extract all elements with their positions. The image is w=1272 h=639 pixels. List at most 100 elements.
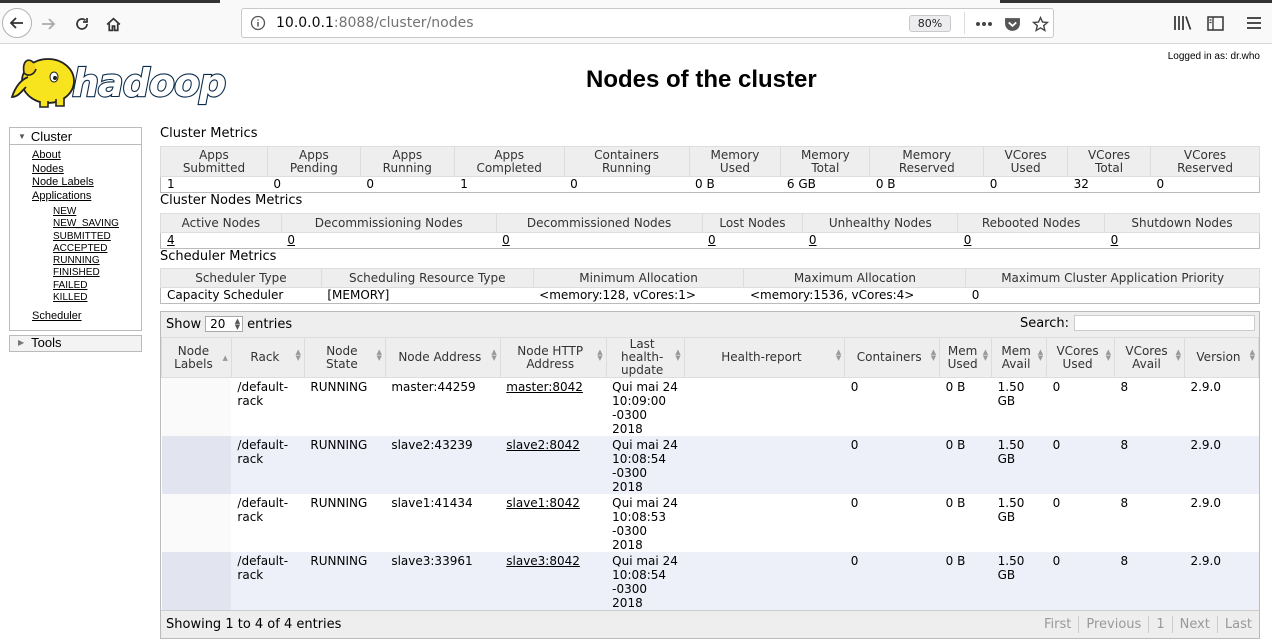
column-header[interactable]: Version ▲ ▼ <box>1183 337 1260 378</box>
column-header[interactable]: VCores Used ▲ ▼ <box>1046 337 1116 378</box>
library-button[interactable] <box>1171 11 1195 35</box>
metric-value: 0 B <box>875 177 896 191</box>
cell-state: RUNNING <box>304 436 386 494</box>
cell-mem-used: 0 B <box>939 436 992 494</box>
metric-value: 0 <box>803 233 958 249</box>
bookmark-star-button[interactable] <box>1029 13 1051 35</box>
page-actions-button[interactable] <box>973 13 995 35</box>
pagination-previous-button[interactable]: Previous <box>1078 616 1148 633</box>
cell-vcores-used: 0 <box>1046 436 1115 494</box>
app-state-running-link[interactable]: RUNNING <box>53 255 100 266</box>
app-state-accepted-link[interactable]: ACCEPTED <box>53 243 107 254</box>
metric-value: 0 <box>570 177 578 191</box>
column-header[interactable]: Mem Avail ▲ ▼ <box>991 337 1048 378</box>
column-header[interactable]: Last health-update ▲ ▼ <box>605 337 685 378</box>
column-label: Node Address <box>398 350 482 364</box>
reload-icon <box>76 18 88 30</box>
cell-rack: /default-rack <box>231 494 305 552</box>
metric-link[interactable]: 0 <box>964 233 972 247</box>
url-text[interactable]: 10.0.0.1:8088/cluster/nodes <box>276 15 474 31</box>
node-http-link[interactable]: slave3:8042 <box>506 554 580 568</box>
sidebar-item-scheduler: Scheduler <box>32 304 141 324</box>
nodes-metrics-header-row: Active Nodes Decommissioning Nodes Decommi… <box>160 213 1260 233</box>
column-header[interactable]: VCores Avail ▲ ▼ <box>1114 337 1185 378</box>
column-label: Version <box>1196 350 1241 364</box>
pagination-first-button[interactable]: First <box>1037 616 1078 633</box>
table-info: Showing 1 to 4 of 4 entries <box>166 617 342 632</box>
cell-http: master:8042 <box>500 377 607 436</box>
column-header[interactable]: Node Address ▲ ▼ <box>384 337 501 378</box>
node-http-link[interactable]: master:8042 <box>506 380 583 394</box>
app-state-item: KILLED <box>53 292 141 304</box>
pocket-button[interactable] <box>1001 13 1023 35</box>
sidebar-item-about: About <box>32 149 141 163</box>
sort-asc-icon: ▲ <box>222 354 228 362</box>
menu-button[interactable] <box>1242 11 1266 35</box>
sort-icon: ▲ ▼ <box>982 348 989 362</box>
hadoop-logo: hadoop <box>10 58 227 108</box>
column-header[interactable]: Node State ▲ ▼ <box>303 337 386 378</box>
column-header[interactable]: Containers ▲ ▼ <box>844 337 941 378</box>
node-labels-link[interactable]: Node Labels <box>32 176 94 188</box>
cell-vcores-avail: 8 <box>1114 552 1185 610</box>
pagination-1-button[interactable]: 1 <box>1148 616 1171 633</box>
metric-value: Capacity Scheduler <box>167 288 284 302</box>
app-state-new-saving-link[interactable]: NEW_SAVING <box>53 218 119 229</box>
node-http-link[interactable]: slave2:8042 <box>506 438 580 452</box>
app-state-finished-link[interactable]: FINISHED <box>53 267 100 278</box>
metric-link[interactable]: 0 <box>502 233 510 247</box>
pagination-last-button[interactable]: Last <box>1216 616 1259 633</box>
cell-containers: 0 <box>844 494 940 552</box>
entries-label: entries <box>247 316 293 332</box>
metric-value: 1 <box>167 177 175 191</box>
column-header[interactable]: Rack ▲ ▼ <box>230 337 305 378</box>
sidebar-toggle-button[interactable] <box>1203 11 1227 35</box>
sort-icon: ▲ ▼ <box>295 348 301 362</box>
back-button[interactable] <box>2 8 32 38</box>
metric-value: <memory:1536, vCores:4> <box>749 288 915 302</box>
metric-link[interactable]: 0 <box>1111 233 1119 247</box>
zoom-level-button[interactable]: 80% <box>909 15 951 32</box>
tools-section-header[interactable]: ▶ Tools <box>9 334 142 352</box>
pocket-icon <box>1004 18 1020 31</box>
metric-link[interactable]: 0 <box>287 233 295 247</box>
applications-link[interactable]: Applications <box>32 190 91 202</box>
column-label: Node HTTP Address <box>517 343 584 371</box>
search-input[interactable] <box>1074 315 1255 331</box>
cell-labels <box>161 377 232 436</box>
reload-button[interactable] <box>68 10 96 38</box>
scheduler-metrics-header-row: Scheduler Type Scheduling Resource Type Mi… <box>160 268 1260 288</box>
app-state-killed-link[interactable]: KILLED <box>53 292 87 303</box>
cell-version: 2.9.0 <box>1184 552 1259 610</box>
column-header[interactable]: Health-report ▲ ▼ <box>683 337 846 378</box>
app-state-submitted-link[interactable]: SUBMITTED <box>53 231 111 242</box>
column-header[interactable]: Node Labels ▲ <box>161 337 232 378</box>
sort-icon: ▲ ▼ <box>675 348 681 362</box>
nodes-link[interactable]: Nodes <box>32 163 64 175</box>
column-header[interactable]: Node HTTP Address ▲ ▼ <box>499 337 607 378</box>
sort-icon: ▲ ▼ <box>835 348 842 362</box>
metric-value: 0 <box>1156 177 1165 191</box>
about-link[interactable]: About <box>32 149 61 161</box>
sidebar: ▼ Cluster About Nodes Node Labels Applic… <box>9 127 142 352</box>
info-icon[interactable] <box>250 15 266 31</box>
home-button[interactable] <box>99 10 127 38</box>
app-state-failed-link[interactable]: FAILED <box>53 280 87 291</box>
forward-button[interactable] <box>34 10 62 38</box>
column-label: Rack <box>250 350 280 364</box>
column-header[interactable]: Mem Used ▲ ▼ <box>939 337 993 378</box>
cluster-section-header[interactable]: ▼ Cluster <box>10 128 141 145</box>
cell-containers: 0 <box>844 552 940 610</box>
metric-link[interactable]: 4 <box>167 233 175 247</box>
pagination-next-button[interactable]: Next <box>1171 616 1217 633</box>
search-control: Search: <box>1020 315 1255 331</box>
sort-icon: ▲ ▼ <box>1249 348 1255 362</box>
column-label: Node Labels <box>174 343 213 371</box>
address-bar[interactable]: 10.0.0.1:8088/cluster/nodes 80% <box>241 8 1054 38</box>
scheduler-link[interactable]: Scheduler <box>32 310 82 322</box>
node-http-link[interactable]: slave1:8042 <box>506 496 580 510</box>
metric-link[interactable]: 0 <box>708 233 716 247</box>
app-state-new-link[interactable]: NEW <box>53 206 76 217</box>
page-length-select[interactable]: 20 ▲ ▼ <box>205 316 244 332</box>
metric-link[interactable]: 0 <box>809 233 817 247</box>
